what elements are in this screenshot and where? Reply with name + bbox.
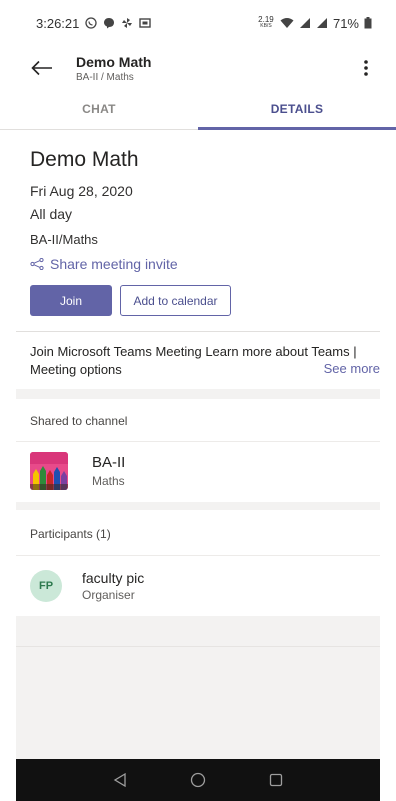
- screen-icon: [139, 18, 152, 28]
- signal-icon: [299, 18, 310, 28]
- meeting-date: Fri Aug 28, 2020: [30, 183, 133, 199]
- divider: [16, 555, 380, 556]
- empty-area: [16, 616, 380, 759]
- header-title: Demo Math: [76, 53, 152, 70]
- divider: [16, 331, 380, 332]
- nav-back-button[interactable]: [110, 770, 130, 790]
- meeting-title: Demo Math: [30, 148, 139, 171]
- share-icon: [30, 258, 44, 270]
- back-button[interactable]: [26, 52, 58, 84]
- divider: [16, 646, 380, 647]
- divider: [16, 441, 380, 442]
- meeting-time: All day: [30, 206, 73, 222]
- section-separator: [16, 502, 380, 510]
- participant-item[interactable]: FP faculty pic Organiser: [30, 570, 144, 602]
- whatsapp-icon: [85, 17, 98, 29]
- tab-bar: CHAT DETAILS: [0, 94, 396, 130]
- more-vertical-icon: [364, 60, 368, 76]
- channel-team-name: BA-II: [92, 454, 126, 471]
- channel-name: Maths: [92, 474, 125, 488]
- battery-percent: 71%: [332, 15, 359, 31]
- status-time: 3:26:21: [36, 15, 80, 31]
- nav-recents-button[interactable]: [266, 770, 286, 790]
- back-arrow-icon: [31, 60, 52, 76]
- shared-to-channel-header: Shared to channel: [30, 414, 128, 428]
- net-speed: 2.19 KB/S: [258, 15, 274, 30]
- square-recents-icon: [269, 773, 283, 787]
- app-header: Demo Math BA-II / Maths: [0, 46, 396, 90]
- navigation-bar: [16, 759, 380, 801]
- circle-home-icon: [190, 772, 206, 788]
- section-separator: [16, 389, 380, 399]
- pinwheel-icon: [122, 18, 133, 28]
- participant-name: faculty pic: [82, 570, 145, 586]
- action-buttons: Join Add to calendar: [30, 285, 231, 316]
- wifi-icon: [280, 18, 294, 28]
- more-options-button[interactable]: [356, 56, 376, 80]
- signal-icon-2: [316, 18, 327, 28]
- meeting-channel: BA-II/Maths: [30, 232, 98, 247]
- avatar: FP: [30, 570, 62, 602]
- colored-pencils-image: [30, 452, 68, 490]
- messenger-icon: [104, 18, 115, 29]
- battery-icon: [364, 17, 372, 29]
- channel-thumbnail: [30, 452, 68, 490]
- tab-details[interactable]: DETAILS: [198, 94, 396, 130]
- join-button[interactable]: Join: [30, 285, 112, 316]
- triangle-back-icon: [113, 773, 126, 787]
- share-meeting-invite-link[interactable]: Share meeting invite: [30, 256, 178, 272]
- header-subtitle: BA-II / Maths: [76, 71, 134, 83]
- participants-header: Participants (1): [30, 527, 111, 541]
- participant-role: Organiser: [82, 588, 135, 602]
- nav-home-button[interactable]: [188, 770, 208, 790]
- shared-channel-item[interactable]: BA-II Maths: [30, 452, 125, 490]
- header-title-block: Demo Math BA-II / Maths: [76, 54, 151, 83]
- add-to-calendar-button[interactable]: Add to calendar: [120, 285, 231, 316]
- share-meeting-invite-label: Share meeting invite: [50, 256, 178, 272]
- see-more-link[interactable]: See more: [324, 361, 380, 376]
- status-bar: 3:26:21 2.19 KB/S 71%: [0, 0, 396, 46]
- tab-chat[interactable]: CHAT: [0, 94, 198, 129]
